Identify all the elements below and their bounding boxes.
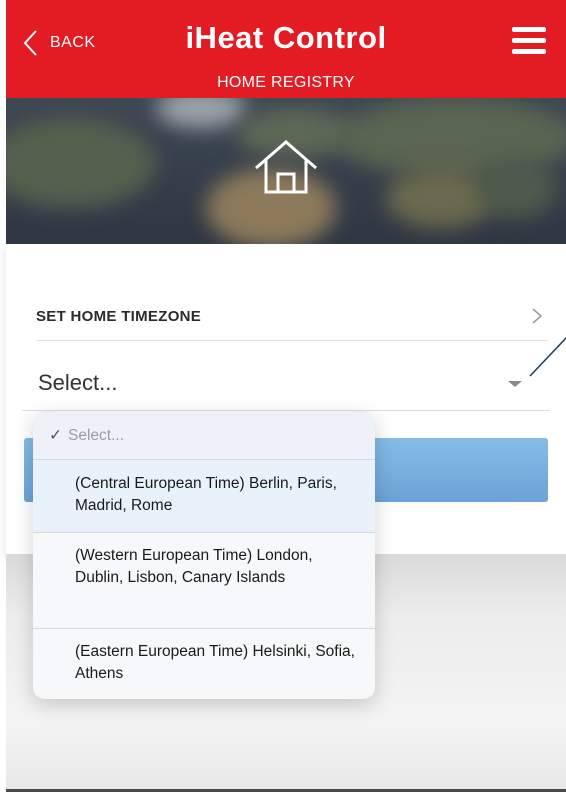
dropdown-option[interactable]: (Eastern European Time) Helsinki, Sofia,…	[33, 628, 375, 699]
option-label: (Eastern European Time) Helsinki, Sofia,…	[75, 643, 355, 682]
timezone-select[interactable]: Select...	[22, 354, 550, 412]
chevron-right-icon[interactable]	[530, 306, 544, 326]
dropdown-option[interactable]: (Central European Time) Berlin, Paris, M…	[33, 459, 375, 532]
hamburger-menu-icon[interactable]	[512, 27, 546, 55]
caret-down-icon	[508, 381, 522, 387]
timezone-dropdown: ✓ Select... (Central European Time) Berli…	[33, 411, 375, 699]
checkmark-icon: ✓	[49, 427, 62, 444]
option-label: (Central European Time) Berlin, Paris, M…	[75, 475, 337, 514]
timezone-select-value: Select...	[38, 370, 118, 395]
page-subtitle: HOME REGISTRY	[217, 74, 355, 91]
timezone-section-label: SET HOME TIMEZONE	[36, 308, 202, 325]
house-outline-icon	[255, 140, 317, 194]
pointer-line	[529, 337, 566, 377]
option-label: (Western European Time) London, Dublin, …	[75, 547, 313, 586]
dropdown-option[interactable]: (Western European Time) London, Dublin, …	[33, 532, 375, 628]
app-header: BACK iHeat Control HOME REGISTRY	[6, 0, 566, 98]
dropdown-option[interactable]: ✓ Select...	[33, 411, 375, 459]
option-label: Select...	[68, 427, 124, 444]
divider	[36, 340, 548, 341]
hero-map-banner	[6, 98, 566, 244]
app-title: iHeat Control	[185, 20, 387, 55]
